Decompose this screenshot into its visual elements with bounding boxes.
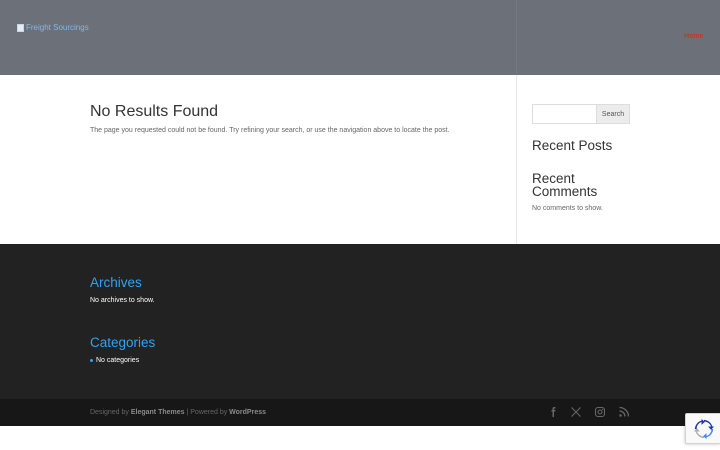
recent-posts-title: Recent Posts xyxy=(532,138,613,153)
page-bottom-space xyxy=(0,426,720,450)
categories-title: Categories xyxy=(90,335,156,350)
no-archives-text: No archives to show. xyxy=(90,297,155,304)
page-title: No Results Found xyxy=(90,103,219,120)
footer-widgets: Archives No archives to show. Categories… xyxy=(0,244,720,399)
credits-designed-by: Designed by xyxy=(90,409,131,416)
search-input[interactable] xyxy=(532,104,597,124)
facebook-icon[interactable] xyxy=(547,406,559,418)
bullet-icon xyxy=(90,359,93,362)
site-logo[interactable]: Freight Sourcings xyxy=(17,23,89,33)
instagram-icon[interactable] xyxy=(594,406,606,418)
broken-image-icon xyxy=(17,24,24,32)
credits-platform-link[interactable]: WordPress xyxy=(229,409,266,416)
categories-list-item: No categories xyxy=(90,356,139,365)
no-categories-text: No categories xyxy=(96,357,140,364)
footer-credits: Designed by Elegant Themes | Powered by … xyxy=(90,408,266,417)
nav-home-link[interactable]: Home xyxy=(684,33,703,40)
footer-bottom-bar: Designed by Elegant Themes | Powered by … xyxy=(0,399,720,426)
search-button[interactable]: Search xyxy=(597,104,630,124)
header-divider xyxy=(516,0,517,75)
credits-designer-link[interactable]: Elegant Themes xyxy=(131,409,185,416)
recent-comments-title: Recent Comments xyxy=(532,171,598,199)
logo-alt-text: Freight Sourcings xyxy=(26,23,89,32)
recaptcha-badge[interactable] xyxy=(685,413,720,444)
search-form: Search xyxy=(532,104,630,124)
main-content: No Results Found The page you requested … xyxy=(0,75,720,244)
recaptcha-icon xyxy=(694,419,714,439)
x-icon[interactable] xyxy=(570,406,582,418)
archives-title: Archives xyxy=(90,275,142,290)
sidebar-divider xyxy=(516,75,517,244)
not-found-message: The page you requested could not be foun… xyxy=(90,127,450,134)
no-comments-text: No comments to show. xyxy=(532,205,603,212)
site-header: Freight Sourcings Home xyxy=(0,0,720,75)
credits-powered-by: | Powered by xyxy=(184,409,230,416)
rss-icon[interactable] xyxy=(618,406,630,418)
